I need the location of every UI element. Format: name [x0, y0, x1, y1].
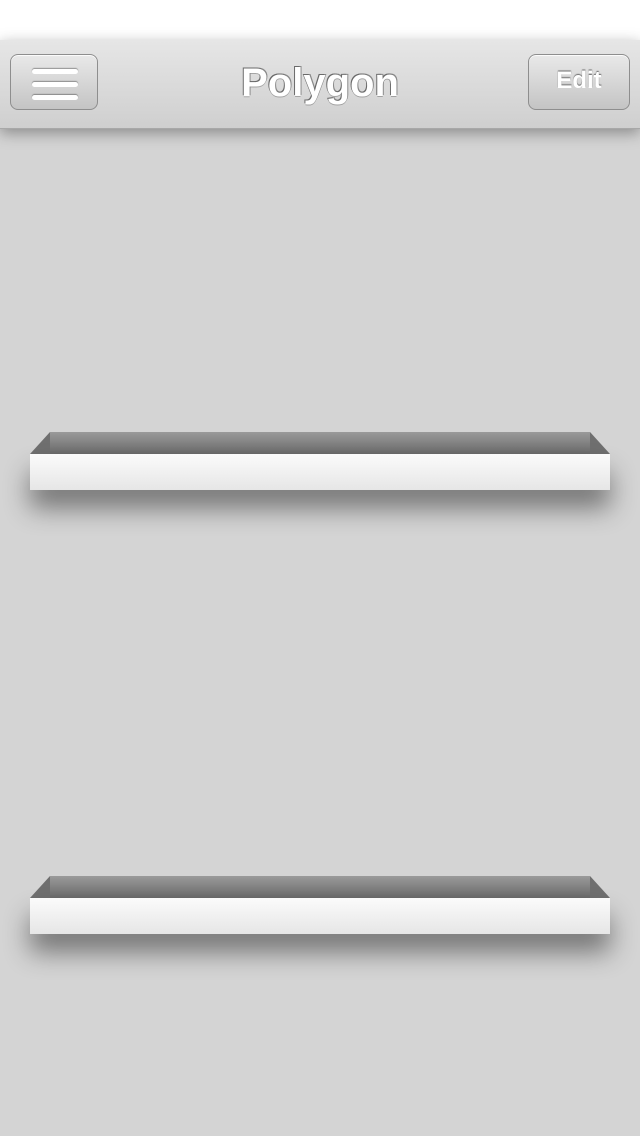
edit-button[interactable]: Edit — [528, 54, 630, 110]
page-title: Polygon — [241, 61, 399, 105]
shelf-front-edge — [30, 898, 610, 934]
bookshelf-shelf-2 — [30, 876, 610, 934]
shelf-top-left-bevel — [30, 432, 50, 454]
shelf-top-left-bevel — [30, 876, 50, 898]
shelf-front-edge — [30, 454, 610, 490]
shelf-top-right-bevel — [590, 876, 610, 898]
bookshelf-shelf-1 — [30, 432, 610, 490]
shelf-top-surface — [50, 876, 590, 898]
menu-button[interactable] — [10, 54, 98, 110]
status-bar — [0, 0, 640, 40]
shelf-top-right-bevel — [590, 432, 610, 454]
shelf-top-surface — [50, 432, 590, 454]
hamburger-menu-icon — [32, 68, 78, 100]
navigation-bar: Polygon Edit — [0, 40, 640, 129]
